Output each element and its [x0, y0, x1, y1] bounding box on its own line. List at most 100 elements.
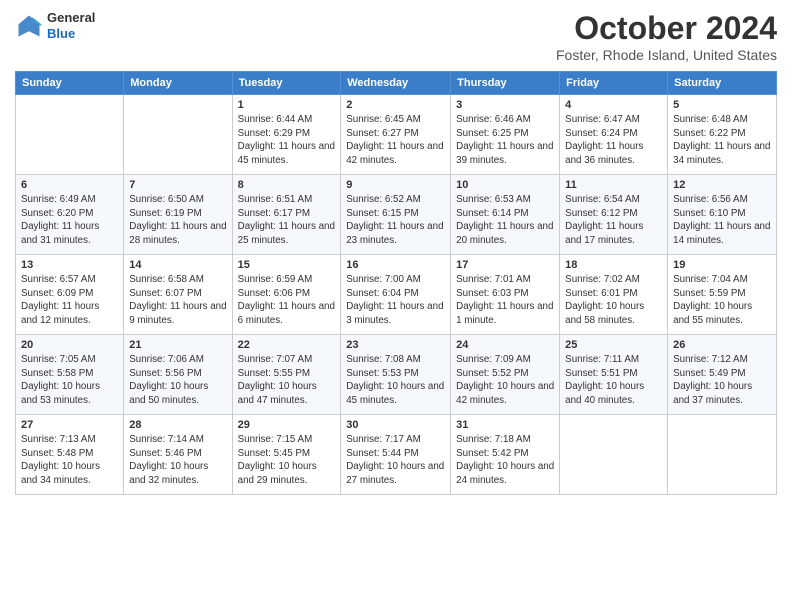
cell-info: Sunrise: 7:02 AM Sunset: 6:01 PM Dayligh…: [565, 273, 662, 328]
cell-info: Sunrise: 7:08 AM Sunset: 5:53 PM Dayligh…: [346, 353, 445, 408]
calendar-cell: 14Sunrise: 6:58 AM Sunset: 6:07 PM Dayli…: [124, 255, 232, 335]
cell-info: Sunrise: 6:53 AM Sunset: 6:14 PM Dayligh…: [456, 193, 554, 248]
cell-info: Sunrise: 6:52 AM Sunset: 6:15 PM Dayligh…: [346, 193, 445, 248]
day-number: 16: [346, 259, 445, 271]
calendar-cell: 15 Sunrise: 6:59 AM Sunset: 6:06 PM Dayli…: [232, 255, 341, 335]
week-row-4: 20 Sunrise: 7:05 AM Sunset: 5:58 PM Dayli…: [16, 335, 777, 415]
cell-info: Sunrise: 7:14 AM Sunset: 5:46 PM Dayligh…: [129, 433, 226, 488]
calendar-cell: 26 Sunrise: 7:12 AM Sunset: 5:49 PM Dayli…: [668, 335, 777, 415]
main-title: October 2024: [556, 10, 777, 47]
col-header-monday: Monday: [124, 72, 232, 95]
day-number: 7: [129, 179, 226, 191]
logo-text: General Blue: [47, 10, 95, 41]
day-number: 13: [21, 259, 118, 271]
day-number: 3: [456, 99, 554, 111]
day-number: 31: [456, 419, 554, 431]
cell-info: Sunrise: 7:17 AM Sunset: 5:44 PM Dayligh…: [346, 433, 445, 488]
day-number: 29: [238, 419, 336, 431]
cell-info: Sunrise: 6:46 AM Sunset: 6:25 PM Dayligh…: [456, 113, 554, 168]
cell-info: Sunrise: 7:11 AM Sunset: 5:51 PM Dayligh…: [565, 353, 662, 408]
calendar-cell: [668, 415, 777, 495]
calendar-cell: 17Sunrise: 7:01 AM Sunset: 6:03 PM Dayli…: [451, 255, 560, 335]
page: General Blue October 2024 Foster, Rhode …: [0, 0, 792, 612]
day-number: 10: [456, 179, 554, 191]
day-number: 30: [346, 419, 445, 431]
calendar-cell: 11 Sunrise: 6:54 AM Sunset: 6:12 PM Dayli…: [560, 175, 668, 255]
col-header-friday: Friday: [560, 72, 668, 95]
calendar-cell: 3 Sunrise: 6:46 AM Sunset: 6:25 PM Daylig…: [451, 95, 560, 175]
cell-info: Sunrise: 6:47 AM Sunset: 6:24 PM Dayligh…: [565, 113, 662, 168]
cell-info: Sunrise: 7:05 AM Sunset: 5:58 PM Dayligh…: [21, 353, 118, 408]
col-header-tuesday: Tuesday: [232, 72, 341, 95]
day-number: 2: [346, 99, 445, 111]
col-header-sunday: Sunday: [16, 72, 124, 95]
cell-info: Sunrise: 6:54 AM Sunset: 6:12 PM Dayligh…: [565, 193, 662, 248]
day-number: 1: [238, 99, 336, 111]
day-number: 18: [565, 259, 662, 271]
cell-info: Sunrise: 6:59 AM Sunset: 6:06 PM Dayligh…: [238, 273, 336, 328]
col-header-saturday: Saturday: [668, 72, 777, 95]
day-number: 20: [21, 339, 118, 351]
cell-info: Sunrise: 7:07 AM Sunset: 5:55 PM Dayligh…: [238, 353, 336, 408]
cell-info: Sunrise: 6:50 AM Sunset: 6:19 PM Dayligh…: [129, 193, 226, 248]
calendar-cell: 30 Sunrise: 7:17 AM Sunset: 5:44 PM Dayli…: [341, 415, 451, 495]
calendar-cell: 19 Sunrise: 7:04 AM Sunset: 5:59 PM Dayli…: [668, 255, 777, 335]
calendar-cell: 12 Sunrise: 6:56 AM Sunset: 6:10 PM Dayli…: [668, 175, 777, 255]
cell-info: Sunrise: 6:44 AM Sunset: 6:29 PM Dayligh…: [238, 113, 336, 168]
week-row-2: 6 Sunrise: 6:49 AM Sunset: 6:20 PM Daylig…: [16, 175, 777, 255]
logo-line2: Blue: [47, 26, 95, 42]
day-number: 5: [673, 99, 771, 111]
calendar-cell: 25 Sunrise: 7:11 AM Sunset: 5:51 PM Dayli…: [560, 335, 668, 415]
day-number: 19: [673, 259, 771, 271]
col-header-thursday: Thursday: [451, 72, 560, 95]
header-row: SundayMondayTuesdayWednesdayThursdayFrid…: [16, 72, 777, 95]
day-number: 12: [673, 179, 771, 191]
calendar-cell: 31Sunrise: 7:18 AM Sunset: 5:42 PM Dayli…: [451, 415, 560, 495]
day-number: 28: [129, 419, 226, 431]
cell-info: Sunrise: 7:12 AM Sunset: 5:49 PM Dayligh…: [673, 353, 771, 408]
day-number: 23: [346, 339, 445, 351]
title-block: October 2024 Foster, Rhode Island, Unite…: [556, 10, 777, 63]
week-row-1: 1 Sunrise: 6:44 AM Sunset: 6:29 PM Daylig…: [16, 95, 777, 175]
cell-info: Sunrise: 6:45 AM Sunset: 6:27 PM Dayligh…: [346, 113, 445, 168]
cell-info: Sunrise: 7:09 AM Sunset: 5:52 PM Dayligh…: [456, 353, 554, 408]
calendar-cell: 21 Sunrise: 7:06 AM Sunset: 5:56 PM Dayli…: [124, 335, 232, 415]
day-number: 24: [456, 339, 554, 351]
col-header-wednesday: Wednesday: [341, 72, 451, 95]
calendar-cell: 10 Sunrise: 6:53 AM Sunset: 6:14 PM Dayli…: [451, 175, 560, 255]
day-number: 6: [21, 179, 118, 191]
cell-info: Sunrise: 6:51 AM Sunset: 6:17 PM Dayligh…: [238, 193, 336, 248]
header: General Blue October 2024 Foster, Rhode …: [15, 10, 777, 63]
day-number: 8: [238, 179, 336, 191]
cell-info: Sunrise: 7:04 AM Sunset: 5:59 PM Dayligh…: [673, 273, 771, 328]
cell-info: Sunrise: 7:06 AM Sunset: 5:56 PM Dayligh…: [129, 353, 226, 408]
calendar-cell: 5Sunrise: 6:48 AM Sunset: 6:22 PM Daylig…: [668, 95, 777, 175]
day-number: 17: [456, 259, 554, 271]
day-number: 11: [565, 179, 662, 191]
calendar-cell: 2 Sunrise: 6:45 AM Sunset: 6:27 PM Daylig…: [341, 95, 451, 175]
calendar-cell: 16Sunrise: 7:00 AM Sunset: 6:04 PM Dayli…: [341, 255, 451, 335]
calendar-cell: 4 Sunrise: 6:47 AM Sunset: 6:24 PM Daylig…: [560, 95, 668, 175]
cell-info: Sunrise: 6:56 AM Sunset: 6:10 PM Dayligh…: [673, 193, 771, 248]
day-number: 14: [129, 259, 226, 271]
calendar-cell: 23 Sunrise: 7:08 AM Sunset: 5:53 PM Dayli…: [341, 335, 451, 415]
logo-line1: General: [47, 10, 95, 26]
calendar-cell: 8 Sunrise: 6:51 AM Sunset: 6:17 PM Daylig…: [232, 175, 341, 255]
calendar-cell: 1 Sunrise: 6:44 AM Sunset: 6:29 PM Daylig…: [232, 95, 341, 175]
day-number: 26: [673, 339, 771, 351]
calendar-cell: 6 Sunrise: 6:49 AM Sunset: 6:20 PM Daylig…: [16, 175, 124, 255]
calendar-cell: 28 Sunrise: 7:14 AM Sunset: 5:46 PM Dayli…: [124, 415, 232, 495]
calendar-cell: 7 Sunrise: 6:50 AM Sunset: 6:19 PM Daylig…: [124, 175, 232, 255]
day-number: 4: [565, 99, 662, 111]
cell-info: Sunrise: 6:49 AM Sunset: 6:20 PM Dayligh…: [21, 193, 118, 248]
day-number: 15: [238, 259, 336, 271]
day-number: 25: [565, 339, 662, 351]
calendar-cell: 18 Sunrise: 7:02 AM Sunset: 6:01 PM Dayli…: [560, 255, 668, 335]
calendar-cell: 22Sunrise: 7:07 AM Sunset: 5:55 PM Dayli…: [232, 335, 341, 415]
day-number: 9: [346, 179, 445, 191]
calendar-cell: 20 Sunrise: 7:05 AM Sunset: 5:58 PM Dayli…: [16, 335, 124, 415]
day-number: 21: [129, 339, 226, 351]
day-number: 27: [21, 419, 118, 431]
calendar-cell: [124, 95, 232, 175]
calendar-cell: 27Sunrise: 7:13 AM Sunset: 5:48 PM Dayli…: [16, 415, 124, 495]
